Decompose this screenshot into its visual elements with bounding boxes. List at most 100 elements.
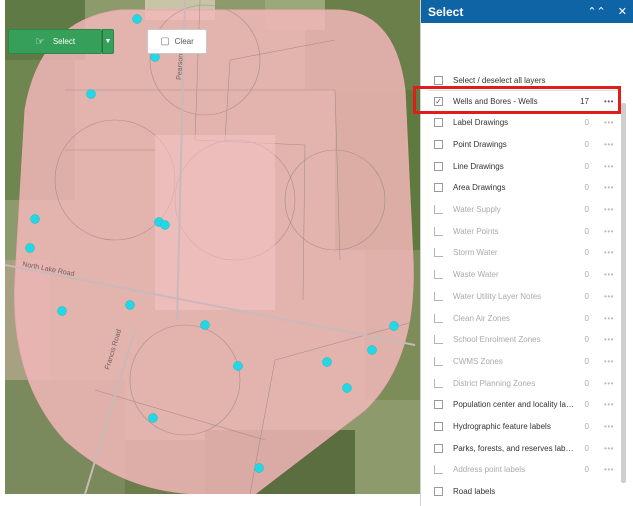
more-options-icon[interactable]: ••• <box>601 162 617 171</box>
layer-label: Area Drawings <box>453 183 506 193</box>
well-point[interactable] <box>367 345 377 355</box>
caret-down-icon: ▼ <box>104 38 112 45</box>
more-options-icon[interactable]: ••• <box>601 422 617 431</box>
layer-unavailable-icon <box>434 291 443 301</box>
layer-label: Line Drawings <box>453 161 504 171</box>
layer-label: Clean Air Zones <box>453 313 510 323</box>
layer-label: Label Drawings <box>453 118 509 128</box>
layer-checkbox[interactable] <box>434 443 443 453</box>
select-panel: Select ⌃⌃ ✕ Select / deselect all layers… <box>420 0 633 506</box>
layer-selected-count: 0 <box>584 465 589 475</box>
layer-selected-count: 0 <box>584 400 589 410</box>
layer-selected-count: 0 <box>584 335 589 345</box>
select-all-checkbox[interactable] <box>434 75 443 85</box>
more-options-icon[interactable]: ••• <box>601 227 617 236</box>
layer-checkbox[interactable] <box>434 118 443 128</box>
more-options-icon[interactable]: ••• <box>601 444 617 453</box>
well-point[interactable] <box>57 306 67 316</box>
layer-selected-count: 0 <box>584 422 589 431</box>
layer-row[interactable]: District Planning Zones 0 ••• <box>421 373 633 393</box>
layer-row[interactable]: Clean Air Zones 0 ••• <box>421 308 633 328</box>
well-point[interactable] <box>322 357 332 367</box>
well-point[interactable] <box>342 383 352 393</box>
layer-row[interactable]: Address point labels 0 ••• <box>421 460 633 480</box>
layer-label: Hydrographic feature labels <box>453 422 551 431</box>
layer-row[interactable]: Point Drawings 0 ••• <box>421 134 633 154</box>
well-point[interactable] <box>132 14 142 24</box>
more-options-icon[interactable]: ••• <box>601 335 617 344</box>
layer-label: Road labels <box>453 487 496 497</box>
layer-selected-count: 0 <box>584 226 589 236</box>
layer-unavailable-icon <box>434 313 443 323</box>
layer-list-scrollbar[interactable] <box>621 103 626 483</box>
well-point[interactable] <box>254 463 264 473</box>
more-options-icon[interactable]: ••• <box>601 292 617 301</box>
select-mode-dropdown[interactable]: ▼ <box>102 29 114 54</box>
more-options-icon[interactable]: ••• <box>601 379 617 388</box>
layer-selected-count: 0 <box>584 443 589 453</box>
clear-button-label: Clear <box>174 37 194 46</box>
layer-row[interactable]: Hydrographic feature labels 0 ••• <box>421 417 633 437</box>
bare-field <box>155 135 275 310</box>
more-options-icon[interactable]: ••• <box>601 248 617 257</box>
layer-selected-count: 0 <box>584 118 589 128</box>
more-options-icon[interactable]: ••• <box>601 183 617 192</box>
layer-unavailable-icon <box>434 335 443 345</box>
clear-selection-icon: ▢ <box>160 36 170 47</box>
more-options-icon[interactable]: ••• <box>601 140 617 149</box>
panel-title: Select <box>428 4 464 19</box>
layer-row[interactable]: Water Supply 0 ••• <box>421 200 633 220</box>
layer-row[interactable]: Water Utility Layer Notes 0 ••• <box>421 286 633 306</box>
layer-row[interactable]: Label Drawings 0 ••• <box>421 113 633 133</box>
layer-label: Storm Water <box>453 248 498 258</box>
well-point[interactable] <box>86 89 96 99</box>
map-view[interactable]: North Lake Road Pearson Road Francis Roa… <box>5 0 420 494</box>
well-point[interactable] <box>25 243 35 253</box>
clear-button[interactable]: ▢ Clear <box>147 29 207 54</box>
double-chevron-up-icon[interactable]: ⌃⌃ <box>587 5 605 18</box>
layer-row[interactable]: Water Points 0 ••• <box>421 221 633 241</box>
layer-selected-count: 0 <box>584 161 589 171</box>
layer-row[interactable]: Road labels <box>421 482 633 502</box>
layer-checkbox[interactable] <box>434 422 443 431</box>
select-all-label: Select / deselect all layers <box>453 75 546 85</box>
well-point[interactable] <box>125 300 135 310</box>
layer-label: Population center and locality lab... <box>453 400 575 410</box>
layer-row[interactable]: Waste Water 0 ••• <box>421 265 633 285</box>
more-options-icon[interactable]: ••• <box>601 357 617 366</box>
layer-checkbox[interactable] <box>434 161 443 171</box>
layer-row[interactable]: Parks, forests, and reserves labels 0 ••• <box>421 438 633 458</box>
layer-checkbox[interactable] <box>434 487 443 497</box>
layer-checkbox[interactable] <box>434 400 443 410</box>
layer-selected-count: 0 <box>584 183 589 193</box>
layer-row[interactable]: Population center and locality lab... 0 ••… <box>421 395 633 415</box>
layer-checkbox[interactable] <box>434 139 443 149</box>
select-button-label: Select <box>52 37 76 46</box>
layer-selected-count: 0 <box>584 139 589 149</box>
layer-unavailable-icon <box>434 378 443 388</box>
more-options-icon[interactable]: ••• <box>601 118 617 127</box>
more-options-icon[interactable]: ••• <box>601 314 617 323</box>
more-options-icon[interactable]: ••• <box>601 400 617 409</box>
close-icon[interactable]: ✕ <box>618 5 627 18</box>
select-button[interactable]: ☞ Select <box>8 29 102 54</box>
well-point[interactable] <box>30 214 40 224</box>
well-point[interactable] <box>233 361 243 371</box>
map-canvas[interactable]: North Lake Road Pearson Road Francis Roa… <box>5 0 420 494</box>
more-options-icon[interactable]: ••• <box>601 465 617 474</box>
layer-label: Waste Water <box>453 270 499 280</box>
well-point[interactable] <box>389 321 399 331</box>
layer-row[interactable]: Line Drawings 0 ••• <box>421 156 633 176</box>
panel-header: Select ⌃⌃ ✕ <box>421 0 633 23</box>
well-point[interactable] <box>200 320 210 330</box>
well-point[interactable] <box>160 220 170 230</box>
layer-row[interactable]: Storm Water 0 ••• <box>421 243 633 263</box>
more-options-icon[interactable]: ••• <box>601 205 617 214</box>
layer-row[interactable]: CWMS Zones 0 ••• <box>421 351 633 371</box>
layer-checkbox[interactable] <box>434 183 443 193</box>
layer-row[interactable]: School Enrolment Zones 0 ••• <box>421 330 633 350</box>
more-options-icon[interactable]: ••• <box>601 270 617 279</box>
layer-label: Water Utility Layer Notes <box>453 291 542 301</box>
layer-row[interactable]: Area Drawings 0 ••• <box>421 178 633 198</box>
well-point[interactable] <box>148 413 158 423</box>
